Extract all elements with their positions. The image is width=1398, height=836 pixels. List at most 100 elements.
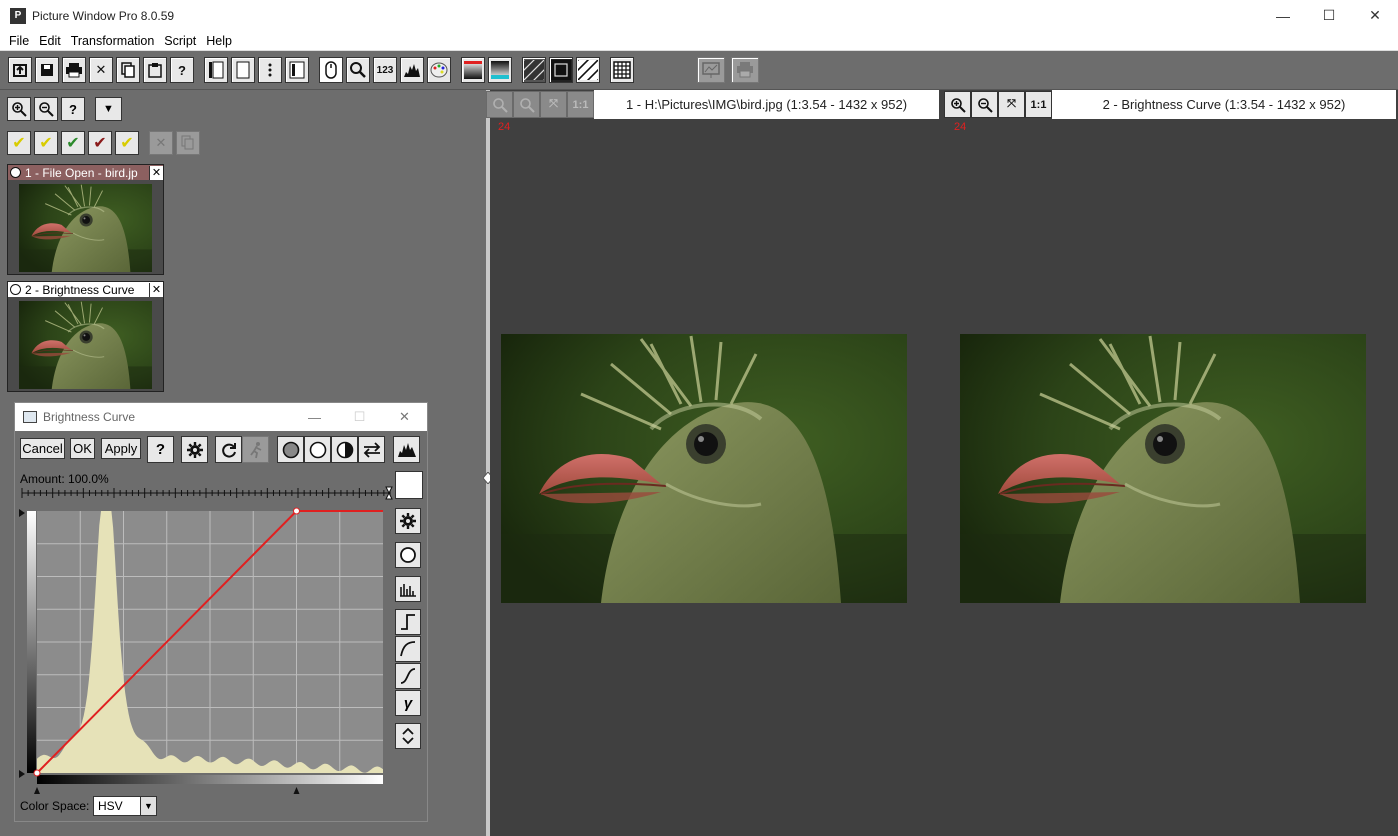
maximize-button[interactable]: ☐ [1306, 0, 1352, 31]
bottom-marker-icon[interactable] [19, 770, 25, 778]
chevron-down-icon[interactable]: ▼ [140, 797, 156, 815]
mouse-icon[interactable] [319, 57, 343, 83]
brightness-curve-dialog: Brightness Curve — ☐ ✕ Cancel OK Apply ?… [14, 402, 428, 822]
dropdown-button[interactable]: ▼ [95, 97, 122, 121]
settings-gear-icon[interactable] [181, 436, 208, 463]
color-swatch[interactable] [395, 471, 423, 499]
thumbnail-close-1[interactable]: ✕ [149, 165, 163, 180]
thumbnail-radio-2[interactable] [10, 284, 21, 295]
left-range-marker-icon[interactable] [34, 787, 40, 794]
palette-icon[interactable] [427, 57, 451, 83]
color-cyan-icon[interactable] [488, 57, 512, 83]
zoom-readout-2: 24 [954, 121, 967, 133]
title-bar: P Picture Window Pro 8.0.59 — ☐ ✕ [0, 0, 1398, 31]
thumbnail-radio-1[interactable] [10, 167, 21, 178]
curve-point-1[interactable] [33, 769, 41, 777]
layout-single-icon[interactable] [231, 57, 255, 83]
close-window-button[interactable]: ✕ [1352, 0, 1398, 31]
check-red-icon[interactable]: ✔ [88, 131, 112, 155]
menu-edit[interactable]: Edit [34, 34, 66, 48]
curve-settings-icon[interactable] [395, 508, 421, 534]
numbers-icon[interactable]: 123 [373, 57, 397, 83]
menu-help[interactable]: Help [201, 34, 237, 48]
thumbnail-header-2: 2 - Brightness Curve ✕ [8, 282, 163, 297]
save-icon[interactable] [35, 57, 59, 83]
shoulder-curve-icon[interactable] [395, 636, 421, 662]
duplicate-icon[interactable] [176, 131, 200, 155]
layout-panel-icon[interactable] [285, 57, 309, 83]
dialog-maximize-button[interactable]: ☐ [337, 403, 382, 431]
photo-adjusted[interactable] [960, 334, 1366, 603]
grid-icon[interactable] [610, 57, 634, 83]
open-icon[interactable] [8, 57, 32, 83]
refresh-icon[interactable] [215, 436, 242, 463]
viewer-title-1: 1 - H:\Pictures\IMG\bird.jpg (1:3.54 - 1… [594, 90, 939, 119]
viewer-one-to-one-button-1[interactable]: 1:1 [567, 91, 594, 118]
white-circle-icon[interactable] [304, 436, 331, 463]
print-icon[interactable] [62, 57, 86, 83]
check-yellow-plus-icon[interactable]: ✔ [34, 131, 58, 155]
check-double-yellow-icon[interactable]: ✔ [115, 131, 139, 155]
top-marker-icon[interactable] [19, 509, 25, 517]
thumbnail-card-1[interactable]: 1 - File Open - bird.jp ✕ [7, 164, 164, 275]
viewer-zoom-out-icon-2[interactable] [971, 91, 998, 118]
printer-icon[interactable] [731, 57, 759, 83]
slideshow-icon[interactable] [697, 57, 725, 83]
curve-point-2[interactable] [293, 507, 300, 515]
thumbnail-card-2[interactable]: 2 - Brightness Curve ✕ [7, 281, 164, 392]
zoom-out-icon[interactable] [34, 97, 58, 121]
help-icon[interactable]: ? [170, 57, 194, 83]
curve-editor[interactable] [19, 507, 389, 797]
menu-file[interactable]: File [4, 34, 34, 48]
expand-collapse-icon[interactable] [395, 723, 421, 749]
s-curve-icon[interactable] [395, 663, 421, 689]
viewer-one-to-one-button-2[interactable]: 1:1 [1025, 91, 1052, 118]
check-yellow-icon[interactable]: ✔ [7, 131, 31, 155]
circle-tool-icon[interactable] [395, 542, 421, 568]
photo-original[interactable] [501, 334, 907, 603]
color-space-select[interactable]: HSV ▼ [93, 796, 157, 816]
mask-stripes-icon[interactable] [522, 57, 546, 83]
cancel-button[interactable]: Cancel [20, 438, 65, 459]
apply-button[interactable]: Apply [101, 438, 141, 459]
menu-transformation[interactable]: Transformation [66, 34, 160, 48]
viewer-zoom-in-icon-1[interactable] [486, 91, 513, 118]
viewer-fit-icon-1[interactable]: ⤧ [540, 91, 567, 118]
gamma-icon[interactable]: γ [395, 690, 421, 716]
thumbnail-close-2[interactable]: ✕ [149, 282, 163, 297]
close-icon[interactable]: ✕ [89, 57, 113, 83]
menu-script[interactable]: Script [159, 34, 201, 48]
paste-icon[interactable] [143, 57, 167, 83]
layout-dots-icon[interactable] [258, 57, 282, 83]
dialog-minimize-button[interactable]: — [292, 403, 337, 431]
viewer-fit-icon-2[interactable]: ⤧ [998, 91, 1025, 118]
gray-circle-icon[interactable] [277, 436, 304, 463]
viewer-zoom-out-icon-1[interactable] [513, 91, 540, 118]
amount-slider[interactable] [20, 485, 394, 501]
run-icon[interactable] [242, 436, 269, 463]
mask-black-icon[interactable] [549, 57, 573, 83]
swap-icon[interactable] [358, 436, 385, 463]
layout-filmstrip-icon[interactable] [204, 57, 228, 83]
levels-icon[interactable] [395, 576, 421, 602]
magnifier-icon[interactable] [346, 57, 370, 83]
half-circle-icon[interactable] [331, 436, 358, 463]
horizontal-gradient-bar [37, 775, 383, 784]
viewer-zoom-in-icon-2[interactable] [944, 91, 971, 118]
check-green-icon[interactable]: ✔ [61, 131, 85, 155]
ok-button[interactable]: OK [70, 438, 95, 459]
dialog-close-button[interactable]: ✕ [382, 403, 427, 431]
zoom-in-icon[interactable] [7, 97, 31, 121]
copy-icon[interactable] [116, 57, 140, 83]
step-curve-icon[interactable] [395, 609, 421, 635]
delete-icon[interactable]: ✕ [149, 131, 173, 155]
histogram-icon[interactable] [400, 57, 424, 83]
histogram-toggle-icon[interactable] [393, 436, 420, 463]
amount-label: Amount: 100.0% [20, 472, 109, 486]
minimize-button[interactable]: — [1260, 0, 1306, 31]
mask-white-icon[interactable] [576, 57, 600, 83]
right-range-marker-icon[interactable] [293, 787, 300, 794]
help-button[interactable]: ? [61, 97, 85, 121]
color-red-icon[interactable] [461, 57, 485, 83]
dialog-help-button[interactable]: ? [147, 436, 174, 463]
